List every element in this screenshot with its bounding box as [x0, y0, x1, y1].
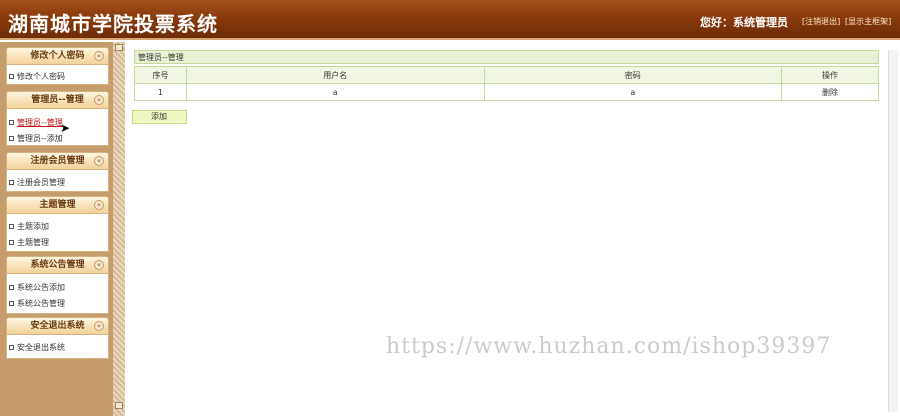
table-header-row: 序号 用户名 密码 操作 — [134, 66, 879, 84]
menu-group-body: 安全退出系统 — [6, 335, 109, 359]
menu-group-notices[interactable]: 系统公告管理 « — [6, 256, 109, 274]
menu-group-body: 注册会员管理 — [6, 170, 109, 192]
cell-username: a — [185, 83, 485, 101]
menu-item-topic-manage[interactable]: 主题管理 — [9, 237, 49, 248]
column-header-action: 操作 — [781, 66, 879, 84]
top-header: 湖南城市学院投票系统 您好：系统管理员 [注销退出] [显示主框架] — [0, 0, 900, 40]
menu-group-title: 管理员--管理 — [31, 95, 84, 105]
menu-group-body: 修改个人密码 — [6, 65, 109, 85]
splitter-toggle-icon[interactable] — [115, 44, 123, 51]
menu-group-logout[interactable]: 安全退出系统 « — [6, 317, 109, 335]
menu-group-admin[interactable]: 管理员--管理 « — [6, 91, 109, 109]
menu-group-title: 安全退出系统 — [30, 321, 85, 331]
column-header-index: 序号 — [134, 66, 187, 84]
splitter-toggle-icon[interactable] — [115, 402, 123, 409]
cell-index: 1 — [134, 83, 187, 101]
menu-item-member-manage[interactable]: 注册会员管理 — [9, 177, 65, 188]
menu-group-title: 修改个人密码 — [30, 51, 85, 61]
column-header-password: 密码 — [483, 66, 783, 84]
menu-group-body: 管理员--管理 管理员--添加 — [6, 109, 109, 146]
app-window: 湖南城市学院投票系统 您好：系统管理员 [注销退出] [显示主框架] 修改个人密… — [0, 0, 900, 416]
menu-group-body: 系统公告添加 系统公告管理 — [6, 274, 109, 314]
collapse-icon[interactable]: « — [94, 156, 104, 166]
menu-item-admin-manage[interactable]: 管理员--管理 — [9, 117, 63, 128]
greeting-text: 您好：系统管理员 — [700, 16, 788, 29]
menu-group-title: 注册会员管理 — [30, 156, 85, 166]
collapse-icon[interactable]: « — [94, 95, 104, 105]
scrollbar[interactable] — [888, 50, 898, 412]
panel-title: 管理员--管理 — [134, 50, 879, 64]
menu-group-topics[interactable]: 主题管理 « — [6, 196, 109, 214]
menu-item-admin-add[interactable]: 管理员--添加 — [9, 133, 63, 144]
menu-item-change-password[interactable]: 修改个人密码 — [9, 71, 65, 82]
frame-splitter[interactable] — [113, 42, 125, 416]
table-row: 1 a a 删除 — [134, 83, 879, 101]
show-main-frame-link[interactable]: [显示主框架] — [845, 16, 891, 27]
menu-group-members[interactable]: 注册会员管理 « — [6, 152, 109, 170]
collapse-icon[interactable]: « — [94, 200, 104, 210]
menu-item-notice-manage[interactable]: 系统公告管理 — [9, 298, 65, 309]
menu-item-notice-add[interactable]: 系统公告添加 — [9, 282, 65, 293]
menu-item-topic-add[interactable]: 主题添加 — [9, 221, 49, 232]
logout-link[interactable]: [注销退出] — [802, 16, 840, 27]
add-button[interactable]: 添加 — [132, 110, 187, 124]
admin-table: 序号 用户名 密码 操作 1 a a 删除 — [134, 66, 879, 101]
system-title: 湖南城市学院投票系统 — [8, 12, 218, 36]
menu-group-title: 主题管理 — [39, 200, 76, 210]
collapse-icon[interactable]: « — [94, 321, 104, 331]
cell-password: a — [483, 83, 783, 101]
mouse-cursor-icon: ➤ — [60, 121, 71, 135]
watermark-text: https://www.huzhan.com/ishop39397 — [386, 334, 832, 359]
menu-group-body: 主题添加 主题管理 — [6, 214, 109, 252]
column-header-username: 用户名 — [185, 66, 485, 84]
collapse-icon[interactable]: « — [94, 260, 104, 270]
menu-item-safe-logout[interactable]: 安全退出系统 — [9, 342, 65, 353]
cell-action: 删除 — [781, 83, 879, 101]
delete-link[interactable]: 删除 — [822, 88, 838, 97]
menu-group-title: 系统公告管理 — [30, 260, 85, 270]
menu-group-password[interactable]: 修改个人密码 « — [6, 47, 109, 65]
collapse-icon[interactable]: « — [94, 51, 104, 61]
